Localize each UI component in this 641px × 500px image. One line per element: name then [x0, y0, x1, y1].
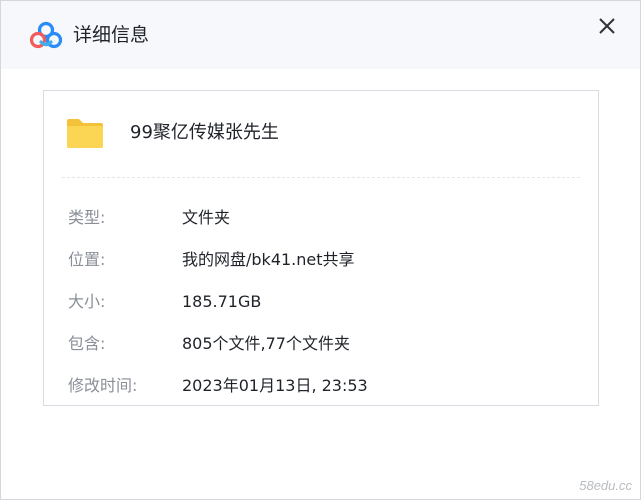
detail-label: 类型: [68, 208, 106, 227]
dialog-titlebar: 详细信息 [1, 1, 640, 69]
divider [62, 177, 580, 178]
details-card: 99聚亿传媒张先生 类型: 文件夹 位置: 我的网盘/bk41.net共享 大小… [43, 90, 599, 406]
detail-row-modified: 修改时间: 2023年01月13日, 23:53 [68, 374, 588, 398]
close-icon[interactable] [594, 13, 620, 39]
watermark: 58edu.cc [579, 478, 632, 493]
dialog-title: 详细信息 [73, 24, 150, 46]
detail-row-size: 大小: 185.71GB [68, 290, 588, 314]
details-dialog: 详细信息 99聚亿传媒张先生 类型: 文件夹 位置: 我的网盘/bk41.net… [0, 0, 641, 500]
detail-value: 2023年01月13日, 23:53 [182, 376, 368, 395]
detail-label: 大小: [68, 292, 106, 311]
detail-row-location: 位置: 我的网盘/bk41.net共享 [68, 248, 588, 272]
baidu-netdisk-logo-icon [29, 21, 63, 49]
detail-label: 位置: [68, 250, 106, 269]
folder-icon [67, 119, 103, 148]
detail-row-contents: 包含: 805个文件,77个文件夹 [68, 332, 588, 356]
detail-value: 805个文件,77个文件夹 [182, 334, 350, 353]
detail-value: 我的网盘/bk41.net共享 [182, 250, 355, 269]
detail-row-type: 类型: 文件夹 [68, 206, 588, 230]
detail-label: 修改时间: [68, 376, 138, 395]
detail-value: 文件夹 [182, 208, 231, 227]
detail-label: 包含: [68, 334, 106, 353]
detail-value: 185.71GB [182, 292, 262, 311]
file-name: 99聚亿传媒张先生 [130, 122, 279, 143]
